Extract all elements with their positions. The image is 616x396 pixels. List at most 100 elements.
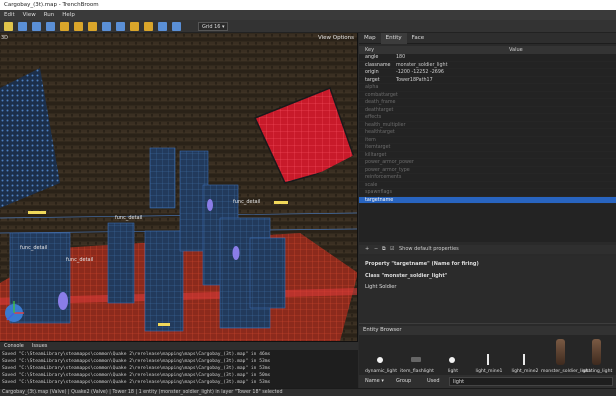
copy-property-icon[interactable]: ⧉ <box>382 245 386 254</box>
property-row[interactable]: effects <box>359 114 616 122</box>
entity-item[interactable]: light <box>433 335 473 375</box>
entity-item[interactable]: rotating_light <box>577 335 616 375</box>
menu-help[interactable]: Help <box>58 10 79 20</box>
property-row[interactable]: death_frame <box>359 99 616 107</box>
property-key: health_multiplier <box>365 122 406 128</box>
value-column-header[interactable]: Value <box>509 46 523 54</box>
entity-item[interactable]: monster_soldier_light <box>541 335 590 375</box>
entity-browser-controls: Name ▾ Group Used light <box>359 375 616 388</box>
redo-icon[interactable] <box>60 22 69 31</box>
property-key: spawnflags <box>365 190 392 195</box>
texture-lock-icon[interactable] <box>172 22 181 31</box>
remove-property-icon[interactable]: − <box>374 245 378 254</box>
func-detail-label: func_detail <box>20 245 48 251</box>
property-row[interactable]: deathtarget <box>359 107 616 114</box>
class-doc-line: Class "monster_soldier_light" <box>365 273 448 279</box>
property-key: scale <box>365 182 378 188</box>
menu-edit[interactable]: Edit <box>0 10 19 20</box>
group-toggle[interactable]: Group <box>396 377 411 386</box>
new-icon[interactable] <box>4 22 13 31</box>
menu-run[interactable]: Run <box>40 10 59 20</box>
tab-entity[interactable]: Entity <box>380 33 407 44</box>
property-row[interactable]: angle 180 <box>359 54 616 62</box>
show-default-properties-label[interactable]: Show default properties <box>399 245 459 254</box>
open-icon[interactable] <box>18 22 27 31</box>
entity-item-label: light_mine1 <box>475 369 503 374</box>
property-key: power_armor_type <box>365 167 410 173</box>
add-property-icon[interactable]: + <box>365 245 369 254</box>
light-bulb-icon <box>377 357 383 363</box>
light-bar-icon <box>523 354 525 365</box>
property-row[interactable]: itemtarget <box>359 144 616 152</box>
clip-tool-icon[interactable] <box>102 22 111 31</box>
property-row[interactable]: target Tower18Path17 <box>359 77 616 85</box>
property-key: targetname <box>365 197 394 203</box>
view-options-button[interactable]: View Options <box>318 35 354 41</box>
property-value[interactable]: -1200 -12252 -2696 <box>396 69 444 77</box>
property-row[interactable]: item <box>359 137 616 144</box>
property-row[interactable]: origin -1200 -12252 -2696 <box>359 69 616 77</box>
property-row[interactable]: power_armor_type <box>359 167 616 174</box>
light-bulb-icon <box>449 357 455 363</box>
vertex-tool-icon[interactable] <box>116 22 125 31</box>
grid-size-select[interactable]: Grid 16 ▾ <box>198 22 228 31</box>
status-bar: Cargobay_(3t).map (Valve) | Quake2 (Valv… <box>0 388 616 396</box>
rotate-tool-icon[interactable] <box>130 22 139 31</box>
property-key: healthtarget <box>365 130 395 135</box>
property-value[interactable]: Tower18Path17 <box>396 77 433 85</box>
entity-item-label: item_flashlight <box>400 369 434 374</box>
tab-map[interactable]: Map <box>359 33 381 44</box>
console-log: Saved "C:\SteamLibrary\steamapps\common\… <box>0 351 358 386</box>
brush-tool-icon[interactable] <box>88 22 97 31</box>
entity-item[interactable]: light_mine1 <box>469 335 509 375</box>
inspector-panel: Map Entity Face Key Value angle 180 classnam… <box>359 33 616 388</box>
tab-console[interactable]: Console <box>0 342 28 350</box>
property-row[interactable]: targetname <box>359 196 616 204</box>
property-row[interactable]: reinforcements <box>359 174 616 182</box>
property-row[interactable]: classname monster_soldier_light <box>359 62 616 70</box>
property-row[interactable]: healthtarget <box>359 129 616 137</box>
property-table[interactable]: angle 180 classname monster_soldier_light or… <box>359 54 616 242</box>
key-column-header[interactable]: Key <box>365 46 374 54</box>
property-value[interactable]: 180 <box>396 54 405 62</box>
sort-select[interactable]: Name ▾ <box>365 377 384 386</box>
property-row[interactable]: alpha <box>359 84 616 92</box>
select-tool-icon[interactable] <box>74 22 83 31</box>
property-toolbar: + − ⧉ ☑ Show default properties <box>359 245 616 254</box>
used-toggle[interactable]: Used <box>427 377 440 386</box>
property-key: combattarget <box>365 92 398 98</box>
property-doc-line: Property "targetname" (Name for firing) <box>365 261 479 267</box>
func-detail-label: func_detail <box>233 199 261 205</box>
menu-view[interactable]: View <box>19 10 40 20</box>
property-row[interactable]: combattarget <box>359 92 616 99</box>
func-detail-label: func_detail <box>115 215 143 221</box>
entity-filter-input[interactable]: light <box>449 377 613 386</box>
entity-item[interactable]: item_flashlight <box>397 335 437 375</box>
property-key: itemtarget <box>365 145 391 150</box>
property-row[interactable]: spawnflags <box>359 189 616 197</box>
property-row[interactable]: killtarget <box>359 152 616 159</box>
entity-item[interactable]: dynamic_light <box>361 335 401 375</box>
property-value[interactable]: monster_soldier_light <box>396 62 447 70</box>
entity-item-label: light_mine2 <box>511 369 539 374</box>
console-tabs: Console Issues <box>0 342 358 350</box>
property-row[interactable]: health_multiplier <box>359 122 616 129</box>
soldier-model-icon <box>592 339 601 365</box>
scale-tool-icon[interactable] <box>144 22 153 31</box>
tab-issues[interactable]: Issues <box>28 342 52 350</box>
3d-viewport[interactable]: 3D View Options func_detail func_detail … <box>0 33 358 341</box>
tab-face[interactable]: Face <box>407 33 429 44</box>
undo-icon[interactable] <box>46 22 55 31</box>
entity-browser-grid[interactable]: dynamic_light item_flashlight light light_m… <box>359 335 616 375</box>
property-row[interactable]: power_armor_power <box>359 159 616 167</box>
property-row[interactable]: scale <box>359 182 616 189</box>
grid-size-label: Grid 16 <box>202 24 221 30</box>
console-panel: Console Issues Saved "C:\SteamLibrary\ste… <box>0 341 358 388</box>
property-key: reinforcements <box>365 175 402 180</box>
func-detail-label: func_detail <box>66 257 94 263</box>
csg-icon[interactable] <box>158 22 167 31</box>
entity-item[interactable]: light_mine2 <box>505 335 545 375</box>
entity-item-label: light <box>447 369 459 374</box>
save-icon[interactable] <box>32 22 41 31</box>
checkbox-icon[interactable]: ☑ <box>390 245 394 254</box>
